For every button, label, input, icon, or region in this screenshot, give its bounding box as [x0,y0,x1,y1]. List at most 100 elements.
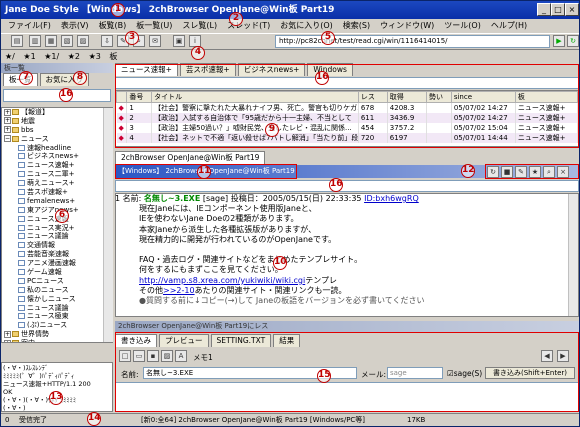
anchor-link[interactable]: >>2-10 [163,286,195,295]
go-icon[interactable]: ▶ [553,35,565,47]
post-line: 現在精力的に開発が行われているのがOpenJaneです。 [139,234,337,244]
address-input[interactable]: http://pc82chnet/test/read.cgi/win/11164… [275,35,550,48]
callout-badge: 15 [317,369,331,383]
reload-icon[interactable]: ↻ [567,35,579,47]
bookmark-item[interactable]: ★/ [5,52,15,61]
tree-board[interactable]: (ぷ)ニュース [2,321,112,330]
menu-threadlist[interactable]: スレ覧(L) [177,19,222,33]
bookmark-item[interactable]: 板 [109,52,117,61]
open-icon[interactable]: ⇩ [101,35,113,47]
split-icon[interactable]: ▥ [29,35,41,47]
layout-icon[interactable]: ▤ [11,35,23,47]
tree-folder[interactable]: + 案内 [2,339,112,342]
callout-badge: 14 [87,412,101,426]
tree-board[interactable]: ニュース二軍+ [2,170,112,179]
tree-board[interactable]: 芸スポ速報+ [2,188,112,197]
expand-icon[interactable]: + [4,330,11,338]
tree-board[interactable]: ニュース議論 [2,232,112,241]
folder-icon [12,109,19,115]
board-icon [18,322,25,329]
tree-board[interactable]: アニメ漫画速報 [2,259,112,268]
tree-board[interactable]: ニュース極東 [2,312,112,321]
tree-folder[interactable]: + 世界情勢 [2,330,112,339]
viewer-scrollbar[interactable] [568,194,578,316]
tree-label: ニュース極東 [27,312,69,321]
post-name: 名無し~3.EXE [143,194,201,203]
template-site-link[interactable]: http://vamp.s8.xrea.com/yukiwiki/wiki.cg… [139,276,305,285]
tree-board[interactable]: 萌えニュース+ [2,179,112,188]
tree-board[interactable]: femalenews+ [2,197,112,206]
callout-badge: 12 [461,164,475,178]
board-icon [18,215,25,222]
post-number[interactable]: 1 [115,194,120,203]
tree-board[interactable]: ニュース議論 [2,304,112,313]
tree-board[interactable]: ニュース速報+ [2,161,112,170]
tree-board[interactable]: 芸能音楽速報 [2,250,112,259]
bookmark-item[interactable]: ★3 [89,52,101,61]
bookmark-item[interactable]: ★1/ [44,52,59,61]
post-line: FAQ・過去ログ・関連サイトなどをまとめたテンプレサイト。 [139,255,363,265]
tree-label: 芸スポ速報+ [27,188,68,197]
tree-board[interactable]: ゲーム速報 [2,268,112,277]
tree-board[interactable]: 速報headline [2,144,112,153]
expand-icon[interactable]: + [4,108,11,116]
expand-icon[interactable]: + [4,117,11,125]
tree-label: 交通情報 [27,241,55,250]
board-icon [18,260,25,267]
expand-icon[interactable]: + [4,339,11,342]
menu-boardlist[interactable]: 板一覧(U) [131,19,177,33]
collapse-icon[interactable]: − [4,135,11,143]
comment-icon[interactable]: ✉ [149,35,161,47]
board-icon [18,224,25,231]
post-id[interactable]: ID:bxh6wgRQ [364,194,419,203]
tree-scrollbar[interactable] [103,108,113,342]
pane2-icon[interactable]: ▧ [61,35,73,47]
callout-badge: 3 [125,31,139,45]
tree-board[interactable]: 懐かしニュース [2,295,112,304]
folder-icon [12,126,19,133]
post-line: IEを使わないJane Doeの2種類があります。 [139,214,299,224]
expand-icon[interactable]: + [4,126,11,134]
post-body: 1 名前: 名無し~3.EXE [sage] 投稿日：2005/05/15(日)… [115,194,555,306]
post-header: 1 名前: 名無し~3.EXE [sage] 投稿日：2005/05/15(日)… [115,194,555,204]
minimize-button[interactable]: _ [537,3,551,16]
tree-board[interactable]: 交通情報 [2,241,112,250]
menu-search[interactable]: 検索(S) [338,19,375,33]
tree-board[interactable]: PCニュース [2,277,112,286]
maximize-button[interactable]: □ [551,3,565,16]
stop-icon[interactable]: ▣ [173,35,185,47]
menu-view[interactable]: 表示(V) [56,19,94,33]
post-line: 本家Janeから派生した各種拡張版がありますが、 [139,224,317,234]
callout-badge: 4 [191,46,205,60]
post-name-label: 名前: [122,194,142,203]
bookmark-item[interactable]: ★2 [68,52,80,61]
write-titlebar: 2chBrowser OpenJane@Win板 Part19にレス [115,321,579,332]
menu-tools[interactable]: ツール(O) [439,19,486,33]
pane-icon[interactable]: ▦ [45,35,57,47]
close-button[interactable]: × [565,3,579,16]
tree-board[interactable]: ニュース実況+ [2,224,112,233]
menu-window[interactable]: ウィンドウ(W) [375,19,439,33]
tree-board[interactable]: 私のニュース [2,286,112,295]
menu-help[interactable]: ヘルプ(H) [486,19,532,33]
tree-folder[interactable]: − ニュース [2,135,112,144]
bookmark-item[interactable]: ★1 [23,52,35,61]
viewer-search-input[interactable] [115,180,579,192]
tab-viewer-thread[interactable]: 2chBrowser OpenJane@Win板 Part19 [115,151,266,164]
aa-line: ﾐﾐﾐﾐﾐ(゜∀゜)ﾊﾟﾃﾞｨﾊﾟﾃﾞｨ [3,372,75,380]
tree-folder[interactable]: + bbs [2,126,112,135]
viewer-tabs: 2chBrowser OpenJane@Win板 Part19 [115,151,266,164]
tree-label: 芸能音楽速報 [27,250,69,259]
menu-board[interactable]: 板覧(B) [94,19,132,33]
menu-file[interactable]: ファイル(F) [3,19,56,33]
tree-folder[interactable]: + 【報道】 [2,108,112,117]
tree-label: ニュース議論 [27,303,69,312]
board-icon [18,206,25,213]
board-filter-input[interactable] [3,89,111,102]
pane3-icon[interactable]: ▨ [77,35,89,47]
aa-line: (・∀・) [3,404,26,412]
tree-board[interactable]: ビジネスnews+ [2,152,112,161]
tree-label: 地震 [21,116,35,125]
tree-label: ニュース [21,134,49,143]
tree-folder[interactable]: + 地震 [2,117,112,126]
